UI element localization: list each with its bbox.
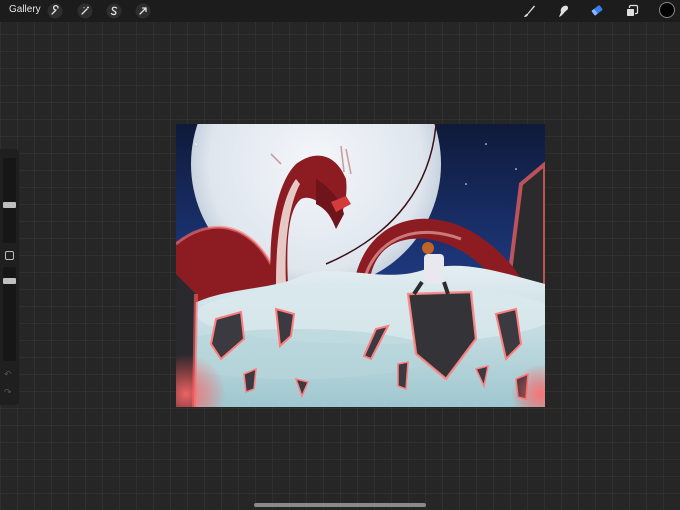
smudge-icon[interactable] <box>555 3 571 19</box>
brush-icon[interactable] <box>521 3 537 19</box>
brush-size-slider[interactable] <box>3 158 16 243</box>
wrench-icon[interactable] <box>47 3 63 19</box>
modify-button[interactable] <box>5 251 14 260</box>
magic-wand-icon[interactable] <box>77 3 93 19</box>
undo-icon[interactable]: ↶ <box>4 369 12 379</box>
color-picker-button[interactable] <box>659 2 675 18</box>
home-indicator[interactable] <box>254 503 426 507</box>
gallery-button[interactable]: Gallery <box>9 4 41 15</box>
dragon-illustration <box>176 124 545 407</box>
opacity-slider[interactable] <box>3 267 16 361</box>
top-toolbar: Gallery <box>0 0 680 22</box>
sidebar: ↶ ↷ <box>0 149 19 405</box>
artwork-canvas[interactable] <box>176 124 545 407</box>
eraser-icon[interactable] <box>589 3 605 19</box>
redo-icon[interactable]: ↷ <box>4 387 12 397</box>
transform-arrow-icon[interactable] <box>135 3 151 19</box>
brush-size-thumb[interactable] <box>3 202 16 208</box>
selection-s-icon[interactable] <box>106 3 122 19</box>
opacity-thumb[interactable] <box>3 278 16 284</box>
layers-icon[interactable] <box>624 3 640 19</box>
